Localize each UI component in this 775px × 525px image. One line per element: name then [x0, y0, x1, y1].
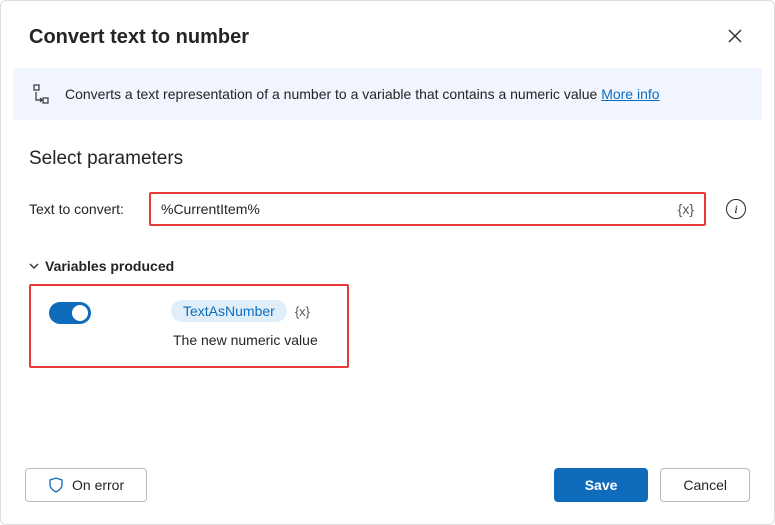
shield-icon	[48, 477, 64, 493]
variable-braces-icon: {x}	[295, 304, 310, 319]
variable-description: The new numeric value	[171, 332, 318, 348]
variables-produced-label: Variables produced	[45, 258, 174, 274]
convert-icon	[31, 84, 51, 104]
info-banner: Converts a text representation of a numb…	[13, 68, 762, 120]
variable-name-pill[interactable]: TextAsNumber	[171, 300, 287, 322]
parameters-section-title: Select parameters	[29, 148, 746, 170]
variable-toggle[interactable]	[49, 302, 91, 324]
close-button[interactable]	[724, 23, 746, 52]
close-icon	[728, 29, 742, 43]
variables-produced-header[interactable]: Variables produced	[29, 254, 746, 274]
text-to-convert-label: Text to convert:	[29, 201, 137, 217]
save-button[interactable]: Save	[554, 468, 649, 502]
on-error-button[interactable]: On error	[25, 468, 147, 502]
more-info-link[interactable]: More info	[601, 86, 659, 102]
variable-produced-box: TextAsNumber {x} The new numeric value	[29, 284, 349, 368]
info-icon[interactable]: i	[726, 199, 746, 219]
text-to-convert-input[interactable]	[151, 195, 668, 223]
text-to-convert-field[interactable]: {x}	[149, 192, 706, 226]
chevron-down-icon	[29, 261, 39, 271]
variable-picker-icon[interactable]: {x}	[668, 201, 704, 217]
cancel-button[interactable]: Cancel	[660, 468, 750, 502]
dialog-title: Convert text to number	[29, 26, 249, 49]
on-error-label: On error	[72, 477, 124, 493]
info-text: Converts a text representation of a numb…	[65, 86, 601, 102]
